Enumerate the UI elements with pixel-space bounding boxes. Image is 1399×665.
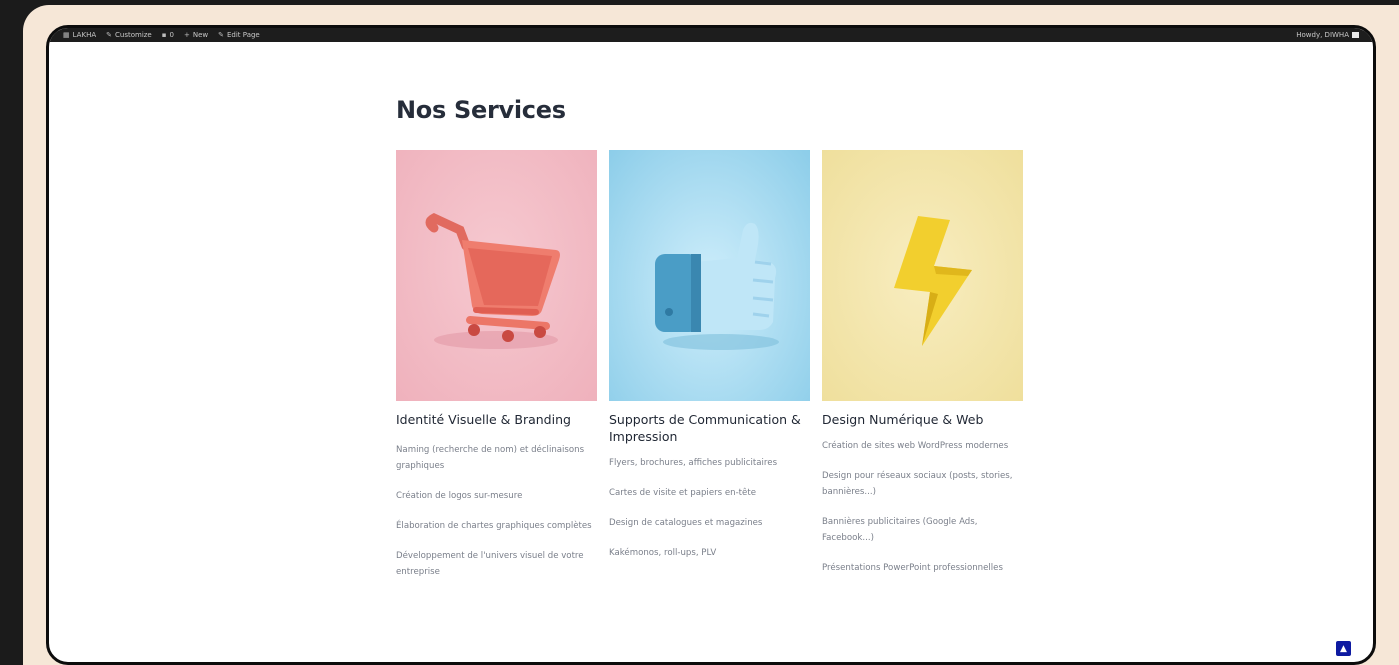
- service-title: Identité Visuelle & Branding: [396, 412, 571, 427]
- service-list: Flyers, brochures, affiches publicitaire…: [609, 455, 810, 561]
- service-list: Création de sites web WordPress modernes…: [822, 438, 1023, 576]
- list-item: Flyers, brochures, affiches publicitaire…: [609, 458, 778, 468]
- service-title: Design Numérique & Web: [822, 412, 984, 427]
- chevron-up-icon: ▲: [1340, 643, 1347, 654]
- list-item: Design de catalogues et magazines: [609, 518, 763, 528]
- list-item: Développement de l'univers visuel de vot…: [396, 551, 584, 577]
- service-list: Naming (recherche de nom) et déclinaison…: [396, 442, 597, 580]
- service-image: [609, 150, 810, 401]
- list-item: Création de sites web WordPress modernes: [822, 441, 1009, 451]
- list-item: Naming (recherche de nom) et déclinaison…: [396, 445, 585, 471]
- avatar: [1352, 32, 1359, 38]
- admin-account-menu[interactable]: Howdy, DIWHA: [1296, 31, 1359, 39]
- service-card-print: Supports de Communication & Impression F…: [609, 150, 810, 561]
- list-item: Cartes de visite et papiers en-tête: [609, 488, 756, 498]
- service-image: [822, 150, 1023, 401]
- pencil-icon: ✎: [218, 31, 224, 39]
- list-item: Bannières publicitaires (Google Ads, Fac…: [822, 517, 978, 543]
- list-item: Création de logos sur-mesure: [396, 491, 523, 501]
- service-title: Supports de Communication & Impression: [609, 412, 801, 444]
- brush-icon: ✎: [106, 31, 112, 39]
- admin-customize-link[interactable]: ✎ Customize: [106, 31, 152, 39]
- admin-site-link[interactable]: ▦ LAKHA: [63, 31, 96, 39]
- lightning-bolt-icon: [894, 216, 972, 346]
- page-title: Nos Services: [396, 96, 566, 124]
- list-item: Kakémonos, roll-ups, PLV: [609, 548, 717, 558]
- wp-admin-bar: ▦ LAKHA ✎ Customize ▪ 0 + New ✎ Edit Pag…: [49, 28, 1373, 42]
- dashboard-icon: ▦: [63, 31, 70, 39]
- service-image: [396, 150, 597, 401]
- plus-icon: +: [183, 31, 190, 39]
- shopping-cart-icon: [425, 213, 560, 349]
- admin-comments-link[interactable]: ▪ 0: [162, 31, 174, 39]
- browser-screen: ▦ LAKHA ✎ Customize ▪ 0 + New ✎ Edit Pag…: [46, 25, 1376, 665]
- list-item: Élaboration de chartes graphiques complè…: [396, 521, 592, 531]
- admin-edit-page-link[interactable]: ✎ Edit Page: [218, 31, 260, 39]
- service-card-digital: Design Numérique & Web Création de sites…: [822, 150, 1023, 576]
- thumbs-up-icon: [655, 222, 779, 350]
- list-item: Présentations PowerPoint professionnelle…: [822, 563, 1003, 573]
- scroll-to-top-button[interactable]: ▲: [1336, 641, 1351, 656]
- comment-icon: ▪: [161, 31, 167, 39]
- admin-new-link[interactable]: + New: [184, 31, 208, 39]
- service-card-branding: Identité Visuelle & Branding Naming (rec…: [396, 150, 597, 580]
- list-item: Design pour réseaux sociaux (posts, stor…: [822, 471, 1013, 497]
